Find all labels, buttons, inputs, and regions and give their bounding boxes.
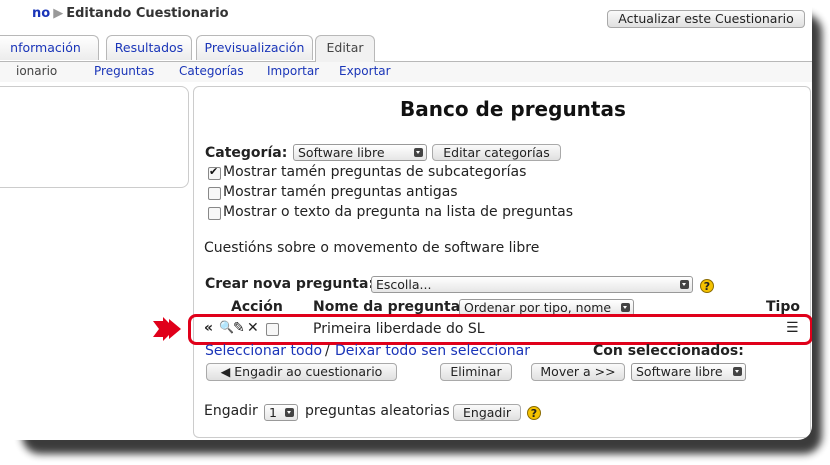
show-old-questions-checkbox[interactable]	[208, 187, 221, 200]
move-target-value: Software libre	[636, 364, 723, 379]
category-description: Cuestións sobre o movemento de software …	[204, 240, 540, 256]
with-selected-label: Con seleccionados:	[593, 343, 744, 359]
category-label: Categoría:	[205, 145, 288, 161]
random-count-value: 1	[269, 405, 277, 420]
subtab-preguntas[interactable]: Preguntas	[94, 64, 154, 78]
column-question-name: Nome da pregunta	[313, 299, 461, 315]
tab-previsualizacion[interactable]: Previsualización	[196, 35, 313, 60]
column-type: Tipo	[766, 299, 800, 315]
random-questions-label: preguntas aleatorias	[305, 403, 450, 419]
subtab-importar[interactable]: Importar	[267, 64, 319, 78]
link-separator: /	[325, 343, 330, 359]
tab-resultados[interactable]: Resultados	[106, 35, 192, 60]
add-random-button[interactable]: Engadir	[453, 404, 521, 421]
chevron-down-icon	[733, 367, 742, 376]
help-icon[interactable]: ?	[700, 279, 714, 293]
subtab-cuestionario[interactable]: ionario	[16, 64, 57, 78]
move-to-button[interactable]: Mover a >>	[531, 363, 625, 381]
deselect-all-link[interactable]: Deixar todo sen seleccionar	[335, 343, 530, 359]
highlight-box	[188, 314, 812, 345]
delete-button[interactable]: Eliminar	[440, 363, 512, 381]
tab-bar: nformación Resultados Previsualización E…	[0, 35, 812, 62]
breadcrumb-link[interactable]: no	[32, 6, 50, 21]
move-target-select[interactable]: Software libre	[631, 363, 746, 381]
question-bank-panel	[193, 86, 811, 438]
show-old-questions-label: Mostrar tamén preguntas antigas	[223, 184, 458, 200]
random-help-icon[interactable]: ?	[527, 406, 541, 420]
select-all-link[interactable]: Seleccionar todo	[205, 343, 322, 359]
create-question-value: Escolla...	[376, 277, 432, 292]
create-question-label: Crear nova pregunta:	[205, 276, 375, 292]
add-to-quiz-button[interactable]: ◀ Engadir ao cuestionario	[206, 363, 397, 381]
pointer-arrow-icon	[153, 317, 181, 341]
update-quiz-button[interactable]: Actualizar este Cuestionario	[607, 10, 805, 28]
tab-informacion[interactable]: nformación	[0, 35, 99, 60]
add-random-label: Engadir	[204, 403, 258, 419]
show-question-text-label: Mostrar o texto da pregunta na lista de …	[223, 204, 574, 220]
chevron-down-icon	[414, 148, 423, 157]
left-panel	[0, 86, 189, 188]
sort-select-value: Ordenar por tipo, nome	[464, 300, 612, 315]
chevron-down-icon	[680, 280, 689, 289]
subtab-exportar[interactable]: Exportar	[339, 64, 391, 78]
category-select[interactable]: Software libre	[293, 144, 427, 161]
category-select-value: Software libre	[298, 145, 385, 160]
page-frame: no ▶ Editando Cuestionario Actualizar este…	[0, 0, 812, 440]
show-subcategories-label: Mostrar tamén preguntas de subcategorías	[223, 164, 527, 180]
column-action: Acción	[231, 299, 283, 315]
subtab-bar: ionario Preguntas Categorías Importar Ex…	[0, 62, 812, 82]
breadcrumb-separator-icon: ▶	[53, 6, 64, 21]
show-subcategories-checkbox[interactable]	[208, 165, 221, 180]
random-count-select[interactable]: 1	[264, 404, 298, 421]
tab-editar[interactable]: Editar	[315, 35, 375, 62]
subtab-categorias[interactable]: Categorías	[179, 64, 244, 78]
edit-categories-button[interactable]: Editar categorías	[432, 144, 561, 161]
create-question-select[interactable]: Escolla...	[371, 276, 693, 293]
page-title: Banco de preguntas	[400, 97, 626, 121]
show-question-text-checkbox[interactable]	[208, 207, 221, 220]
breadcrumb-current: Editando Cuestionario	[66, 6, 229, 21]
chevron-down-icon	[285, 408, 294, 417]
chevron-down-icon	[621, 303, 630, 312]
breadcrumb: no ▶ Editando Cuestionario	[0, 6, 229, 21]
